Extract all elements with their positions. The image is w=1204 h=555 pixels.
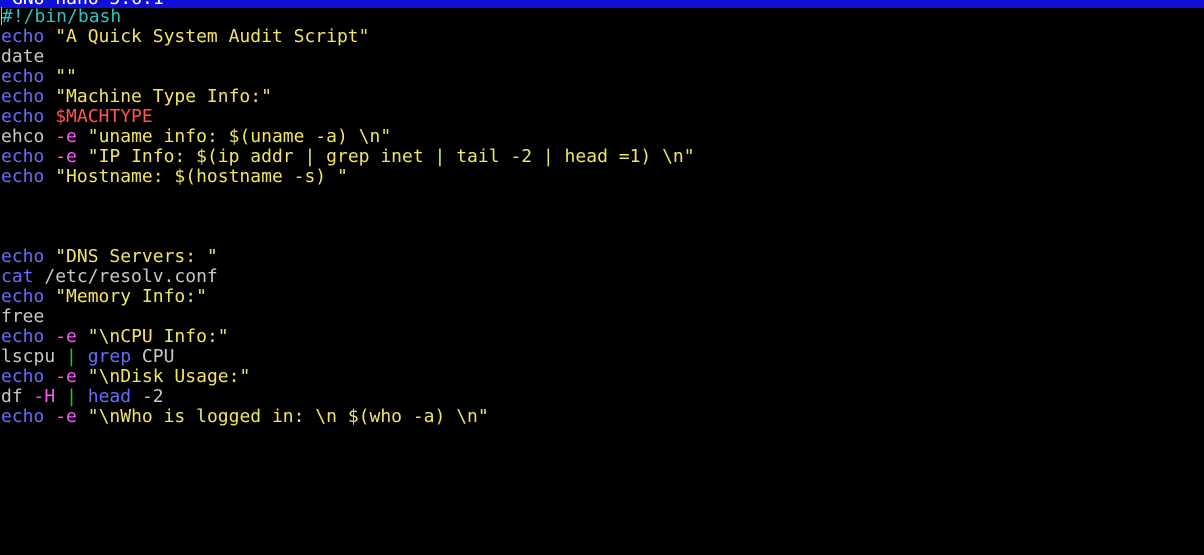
code-token-pipe: | xyxy=(66,386,77,407)
code-token-string: "Memory Info:" xyxy=(55,286,207,307)
code-line[interactable]: lscpu | grep CPU xyxy=(1,347,1201,367)
code-token-option: -e xyxy=(55,366,77,387)
code-token-string: "\nCPU Info:" xyxy=(87,326,229,347)
code-line[interactable]: echo -e "\nCPU Info:" xyxy=(1,327,1201,347)
code-token-keyword: echo xyxy=(1,286,45,307)
editor-text-area[interactable]: #!/bin/bash echo "A Quick System Audit Sc… xyxy=(1,7,1201,427)
code-token-string: "uname info: $(uname -a) \n" xyxy=(87,126,392,147)
code-line[interactable]: echo "Hostname: $(hostname -s) " xyxy=(1,167,1201,187)
code-token-string: "Machine Type Info:" xyxy=(55,86,272,107)
code-token-plain: ehco xyxy=(1,126,45,147)
code-line[interactable]: echo -e "IP Info: $(ip addr | grep inet … xyxy=(1,147,1201,167)
code-token-plain: date xyxy=(1,46,45,67)
code-line[interactable]: df -H | head -2 xyxy=(1,387,1201,407)
code-token-string: "A Quick System Audit Script" xyxy=(55,26,370,47)
code-token-pipe: | xyxy=(66,346,77,367)
code-line[interactable]: echo "Memory Info:" xyxy=(1,287,1201,307)
code-token-option: -e xyxy=(55,326,77,347)
code-token-plain: CPU xyxy=(131,346,175,367)
code-line[interactable]: echo $MACHTYPE xyxy=(1,107,1201,127)
code-token-keyword: echo xyxy=(1,146,45,167)
code-token-string: "" xyxy=(55,66,77,87)
code-token-keyword: echo xyxy=(1,406,45,427)
code-token-keyword: grep xyxy=(87,346,132,367)
code-token-keyword: echo xyxy=(1,326,45,347)
code-line[interactable]: echo "DNS Servers: " xyxy=(1,247,1201,267)
code-token-string: "IP Info: $(ip addr | grep inet | tail -… xyxy=(87,146,695,167)
code-line[interactable]: echo "Machine Type Info:" xyxy=(1,87,1201,107)
code-token-plain: df xyxy=(1,386,23,407)
code-line[interactable]: echo -e "\nWho is logged in: \n $(who -a… xyxy=(1,407,1201,427)
code-token-option: -e xyxy=(55,406,77,427)
code-token-plain: /etc/resolv.conf xyxy=(33,266,218,287)
code-token-keyword: echo xyxy=(1,366,45,387)
code-token-option: -e xyxy=(55,146,77,167)
code-token-plain: -2 xyxy=(131,386,164,407)
code-line[interactable]: echo "A Quick System Audit Script" xyxy=(1,27,1201,47)
code-token-comment: #!/bin/bash xyxy=(2,6,122,27)
code-token-string: "\nDisk Usage:" xyxy=(87,366,251,387)
code-line[interactable]: cat /etc/resolv.conf xyxy=(1,267,1201,287)
code-line[interactable] xyxy=(1,187,1201,207)
code-token-option: -e xyxy=(55,126,77,147)
code-token-keyword: echo xyxy=(1,26,45,47)
code-line[interactable]: echo "" xyxy=(1,67,1201,87)
code-token-keyword: head xyxy=(87,386,132,407)
code-line[interactable]: echo -e "\nDisk Usage:" xyxy=(1,367,1201,387)
code-line[interactable] xyxy=(1,227,1201,247)
code-token-keyword: cat xyxy=(1,266,34,287)
code-token-string: "Hostname: $(hostname -s) " xyxy=(55,166,348,187)
code-token-keyword: echo xyxy=(1,166,45,187)
code-line[interactable]: ehco -e "uname info: $(uname -a) \n" xyxy=(1,127,1201,147)
code-line[interactable] xyxy=(1,207,1201,227)
code-line[interactable]: #!/bin/bash xyxy=(1,7,1201,27)
code-token-keyword: echo xyxy=(1,106,45,127)
code-token-string: "\nWho is logged in: \n $(who -a) \n" xyxy=(87,406,489,427)
code-token-variable: $MACHTYPE xyxy=(55,106,153,127)
code-token-plain: lscpu xyxy=(1,346,56,367)
code-line[interactable]: free xyxy=(1,307,1201,327)
code-line[interactable]: date xyxy=(1,47,1201,67)
code-token-keyword: echo xyxy=(1,66,45,87)
code-token-option: -H xyxy=(33,386,56,407)
code-token-keyword: echo xyxy=(1,246,45,267)
code-token-keyword: echo xyxy=(1,86,45,107)
code-token-plain: free xyxy=(1,306,45,327)
code-token-string: "DNS Servers: " xyxy=(55,246,218,267)
